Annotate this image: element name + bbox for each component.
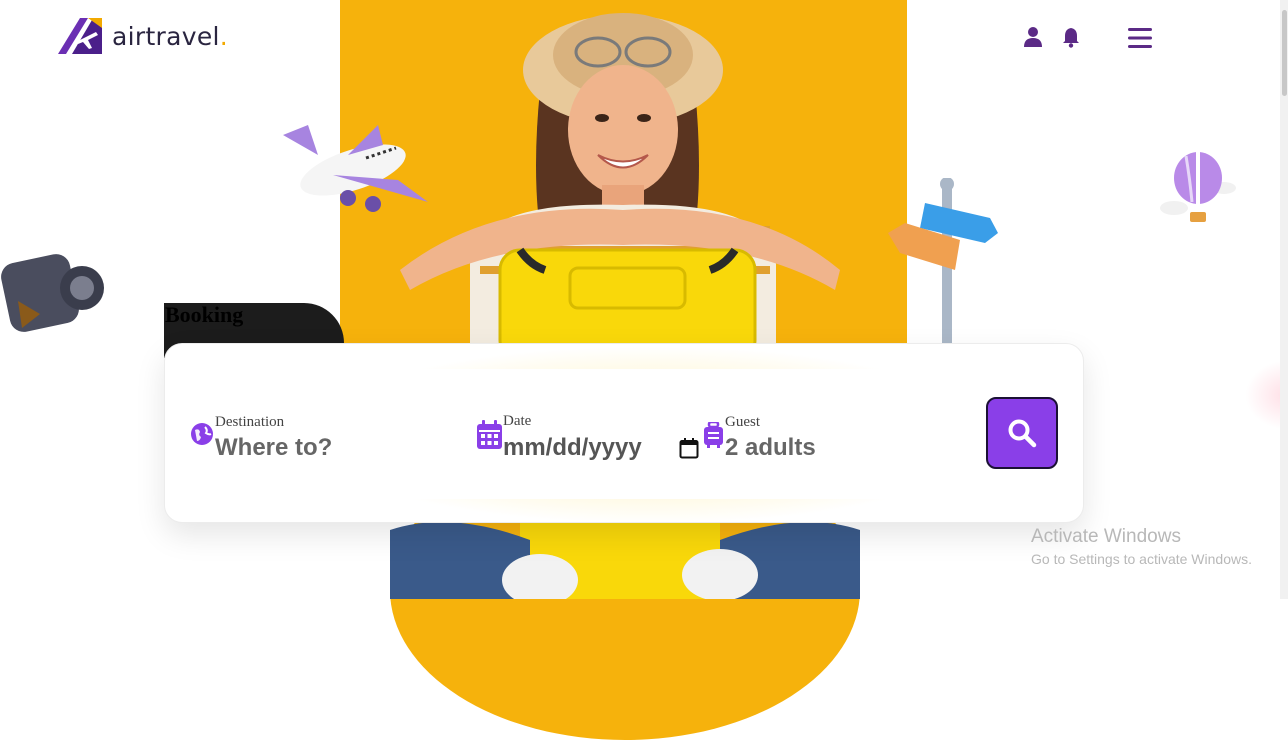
airplane-3d-icon — [283, 125, 428, 212]
activate-windows-title: Activate Windows — [1031, 526, 1181, 547]
search-icon — [1008, 419, 1037, 448]
guest-label: Guest — [725, 414, 760, 430]
guest-input[interactable]: 2 adults — [725, 434, 816, 462]
scrollbar-thumb[interactable] — [1282, 10, 1287, 96]
activate-windows-subtitle: Go to Settings to activate Windows. — [1031, 551, 1252, 567]
brand-name: airtravel — [112, 21, 220, 51]
signpost-3d-icon — [888, 178, 998, 348]
booking-title: Booking — [165, 302, 244, 327]
date-picker-icon[interactable] — [679, 437, 699, 459]
date-label: Date — [503, 413, 532, 429]
hamburger-menu-icon[interactable] — [1128, 27, 1152, 49]
calendar-icon — [477, 420, 502, 449]
brand-logo[interactable]: airtravel. — [58, 16, 228, 56]
user-icon[interactable] — [1022, 26, 1044, 48]
globe-icon — [191, 423, 213, 445]
search-button[interactable] — [986, 397, 1058, 469]
destination-input[interactable]: Where to? — [215, 434, 332, 462]
luggage-icon — [704, 422, 723, 448]
brand-dot: . — [219, 21, 228, 51]
date-input[interactable]: mm/dd/yyyy — [503, 434, 642, 462]
destination-label: Destination — [215, 414, 285, 430]
bell-icon[interactable] — [1060, 26, 1082, 48]
airtravel-logo-icon — [58, 18, 102, 54]
hot-air-balloon-icon — [1160, 152, 1236, 222]
camera-3d-icon — [1, 254, 104, 332]
